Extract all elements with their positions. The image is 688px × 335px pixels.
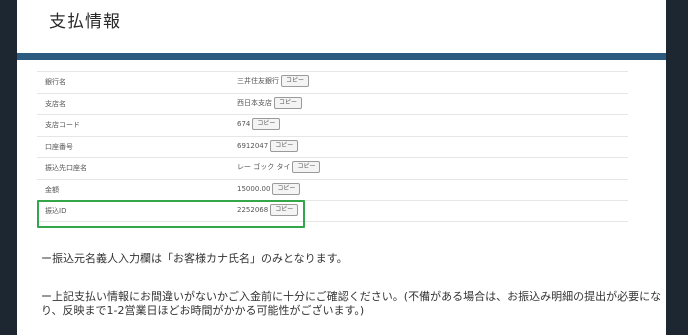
row-label: 支店コード (45, 121, 80, 129)
row-branch-name: 支店名 西日本支店 コピー (37, 92, 628, 115)
row-account-number: 口座番号 6912047 コピー (37, 135, 628, 158)
transfer-id-highlight (37, 200, 305, 228)
payment-info-card: 銀行名 三井住友銀行 コピー 支店名 西日本支店 コピー 支店コード 674 コ… (17, 60, 666, 335)
row-value-group: 三井住友銀行 コピー (237, 75, 310, 87)
copy-branch-name-button[interactable]: コピー (274, 96, 303, 109)
header-accent-bar (17, 53, 666, 60)
notice-verify-info: ー上記支払い情報にお間違いがないかご入金前に十分にご確認ください。(不備がある場… (41, 290, 662, 317)
row-amount: 金額 15000.00 コピー (37, 178, 628, 201)
row-bank-name: 銀行名 三井住友銀行 コピー (37, 71, 628, 93)
copy-amount-button[interactable]: コピー (272, 182, 301, 195)
copy-account-holder-button[interactable]: コピー (292, 161, 321, 173)
page-title: 支払情報 (49, 12, 121, 32)
row-value-group: 6912047 コピー (237, 139, 299, 152)
row-value: 三井住友銀行 (237, 77, 279, 85)
row-value: レー ゴック タイ (237, 163, 291, 171)
copy-account-number-button[interactable]: コピー (270, 139, 299, 152)
row-value: 674 (237, 120, 251, 128)
row-value-group: 674 コピー (237, 118, 281, 130)
copy-branch-code-button[interactable]: コピー (252, 118, 281, 130)
row-label: 支店名 (45, 99, 66, 108)
row-value-group: 15000.00 コピー (237, 182, 301, 195)
row-value: 6912047 (237, 141, 269, 150)
copy-bank-name-button[interactable]: コピー (281, 75, 310, 87)
row-account-holder: 振込先口座名 レー ゴック タイ コピー (37, 157, 628, 179)
row-branch-code: 支店コード 674 コピー (37, 114, 628, 136)
row-label: 金額 (45, 185, 59, 194)
notice-payer-name: ー振込元名義人入力欄は「お客様カナ氏名」のみとなります。 (41, 252, 348, 265)
row-value: 西日本支店 (237, 98, 272, 107)
row-label: 振込先口座名 (45, 164, 87, 172)
header-card: 支払情報 (17, 0, 666, 53)
row-value-group: 西日本支店 コピー (237, 96, 303, 109)
row-label: 口座番号 (45, 142, 73, 151)
row-label: 銀行名 (45, 78, 66, 86)
row-value: 15000.00 (237, 184, 271, 193)
payment-info-table: 銀行名 三井住友銀行 コピー 支店名 西日本支店 コピー 支店コード 674 コ… (37, 71, 628, 222)
row-value-group: レー ゴック タイ コピー (237, 161, 321, 173)
